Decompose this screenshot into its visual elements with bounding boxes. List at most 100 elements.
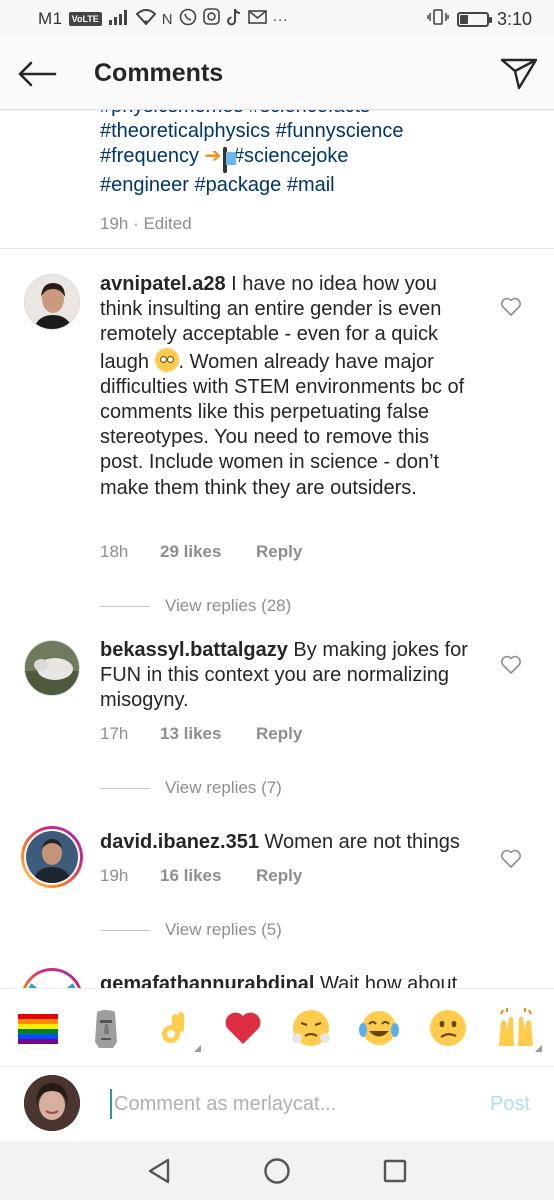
red-heart-icon [225,1012,261,1044]
rainbow-flag-icon [18,1013,59,1044]
page-title: Comments [94,59,224,87]
comment-username[interactable]: david.ibanez.351 [100,831,259,853]
post-button[interactable]: Post [490,1093,530,1116]
avatar [24,971,80,988]
mobile-phone-emoji-icon [223,147,228,173]
view-replies-button[interactable]: View replies (7) [100,778,282,798]
view-replies-button[interactable]: View replies (5) [100,920,282,940]
eye-roll-emoji-icon [154,347,179,372]
clock-time: 3:10 [496,8,532,29]
avatar-story-ring[interactable] [21,968,83,988]
reply-button[interactable]: Reply [256,866,302,886]
whatsapp-icon [179,8,197,31]
divider-line [100,605,150,607]
mail-icon [247,9,267,29]
status-bar: M1 VoLTE N ··· 3:10 [0,0,554,38]
comment-text: avnipatel.a28 I have no idea how you thi… [100,272,475,501]
hashtag-line[interactable]: #engineer #package #mail [100,173,520,198]
emoji-rainbow-flag-button[interactable] [12,1002,64,1054]
square-recents-icon [383,1159,407,1183]
like-button[interactable] [498,846,524,872]
comment-input[interactable] [110,1089,440,1119]
emoji-ok-hand-button[interactable] [149,1002,201,1054]
comment-meta: 17h 13 likes Reply [100,724,302,744]
my-avatar [24,1075,80,1131]
comment-time: 19h [100,866,129,885]
hashtag-line[interactable]: #theoreticalphysics #funnyscience [100,119,520,144]
comment-username[interactable]: bekassyl.battalgazy [100,639,288,661]
send-icon [500,58,538,89]
circle-home-icon [264,1158,290,1184]
system-nav-bar [0,1142,554,1200]
more-notifications-icon: ··· [272,10,288,28]
like-button[interactable] [498,652,524,678]
heart-icon [501,655,521,674]
view-replies-label: View replies (28) [165,596,292,615]
view-replies-label: View replies (5) [165,920,282,939]
instagram-icon [202,8,220,30]
hashtag-line: #frequency ➔ #sciencejoke [100,144,520,173]
comment-likes[interactable]: 13 likes [160,724,256,744]
avatar [24,829,80,885]
comments-list[interactable]: #physicsmemes #sciencefacts #theoretical… [0,110,554,988]
arrow-emoji-icon: ➔ [204,145,222,167]
tears-of-joy-icon [359,1010,400,1045]
tiktok-icon [226,8,242,31]
emoji-quick-bar [0,988,554,1066]
comment-text-part: Wait how about [314,973,458,988]
comment-likes[interactable]: 16 likes [160,866,256,886]
comment-meta: 18h 29 likes Reply [100,542,302,562]
wifi-icon [135,8,157,30]
hashtag-frequency[interactable]: #frequency [100,145,199,167]
header: Comments [0,38,554,110]
emoji-tears-of-joy-button[interactable] [353,1002,405,1054]
divider [0,248,554,249]
arrow-left-icon [18,61,57,86]
comment-username[interactable]: avnipatel.a28 [100,273,226,295]
comment-likes[interactable]: 29 likes [160,542,256,562]
comment-username[interactable]: gemafathannurabdinal [100,973,314,988]
view-replies-button[interactable]: View replies (28) [100,596,291,616]
skin-tone-indicator [534,1044,542,1052]
comment-time: 17h [100,724,129,743]
like-button[interactable] [498,294,524,320]
share-button[interactable] [484,38,554,110]
reply-button[interactable]: Reply [256,542,302,562]
avatar-story-ring[interactable] [21,826,83,888]
divider-line [100,787,150,789]
back-button[interactable] [2,38,72,110]
caption-meta: 19h · Edited [100,214,192,233]
nav-home-button[interactable] [252,1146,302,1196]
emoji-confused-button[interactable] [422,1002,474,1054]
divider-line [100,929,150,931]
avatar[interactable] [24,640,80,696]
emoji-moai-button[interactable] [80,1002,132,1054]
signal-icon [108,9,130,30]
comment-text: david.ibanez.351 Women are not things [100,830,475,855]
confused-face-icon [429,1009,466,1046]
comment-text-part: Women are not things [258,831,460,853]
volte-badge: VoLTE [68,12,102,26]
triumph-face-icon [292,1009,331,1046]
emoji-triumph-button[interactable] [285,1002,337,1054]
nav-recents-button[interactable] [370,1146,420,1196]
nav-back-button[interactable] [134,1146,184,1196]
battery-icon [456,11,492,27]
battery-level [459,14,468,24]
avatar[interactable] [24,274,80,330]
view-replies-label: View replies (7) [165,778,282,797]
carrier-label: M1 [38,9,63,28]
heart-icon [501,297,521,316]
moai-icon [95,1009,118,1048]
nfc-icon: N [161,10,173,28]
hashtag-line[interactable]: #physicsmemes #sciencefacts [100,110,520,119]
triangle-back-icon [148,1158,170,1184]
reply-button[interactable]: Reply [256,724,302,744]
caption-hashtags: #physicsmemes #sciencefacts #theoretical… [100,110,520,198]
ok-hand-icon [161,1011,184,1043]
vibrate-icon [427,8,449,31]
emoji-raising-hands-button[interactable] [490,1002,542,1054]
emoji-heart-button[interactable] [217,1002,269,1054]
hashtag-sciencejoke[interactable]: #sciencejoke [233,145,349,167]
comment-text: gemafathannurabdinal Wait how about [100,972,520,988]
